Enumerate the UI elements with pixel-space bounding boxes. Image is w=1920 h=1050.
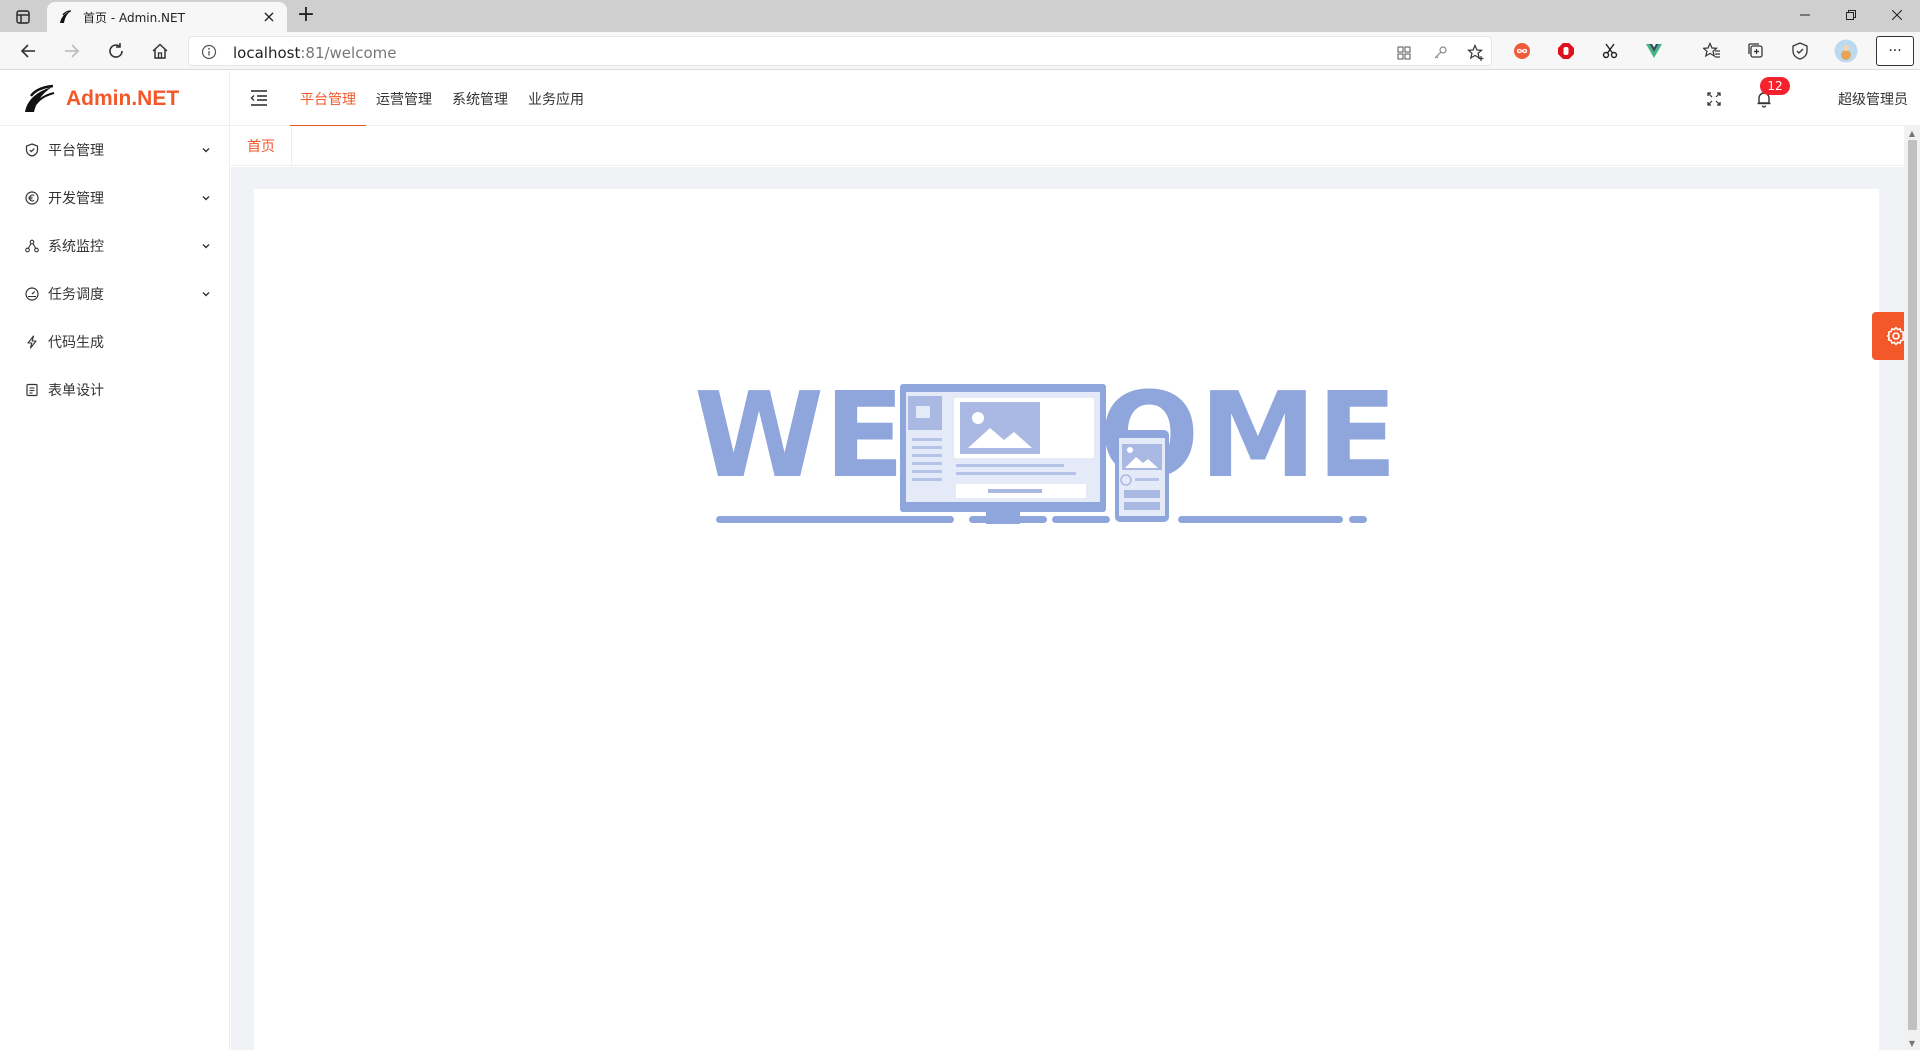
forward-icon[interactable] bbox=[60, 39, 84, 63]
lightning-icon bbox=[24, 334, 40, 350]
scroll-up-icon[interactable]: ▲ bbox=[1904, 126, 1920, 140]
chevron-down-icon bbox=[198, 190, 214, 206]
scroll-thumb[interactable] bbox=[1908, 140, 1917, 1030]
tab-actions-icon[interactable] bbox=[8, 5, 38, 29]
welcome-card: WEL OME bbox=[254, 189, 1879, 1050]
gear-icon bbox=[1886, 326, 1906, 346]
home-icon[interactable] bbox=[148, 39, 172, 63]
tag-home[interactable]: 首页 bbox=[231, 126, 292, 166]
settings-more-button[interactable]: ··· bbox=[1876, 36, 1914, 66]
sidebar-item-label: 表单设计 bbox=[48, 383, 104, 399]
fullscreen-icon[interactable] bbox=[1704, 89, 1724, 109]
dashboard-gauge-icon bbox=[24, 286, 40, 302]
browser-tab[interactable]: 首页 - Admin.NET × bbox=[47, 2, 287, 32]
topnav-operations[interactable]: 运营管理 bbox=[366, 71, 442, 126]
topnav-system[interactable]: 系统管理 bbox=[442, 71, 518, 126]
chevron-down-icon bbox=[198, 286, 214, 302]
app-header: Admin.NET 平台管理 运营管理 系统管理 业务应用 12 超级管理员 bbox=[0, 71, 1920, 127]
new-tab-button[interactable]: + bbox=[294, 4, 318, 28]
tags-view-bar: 首页 bbox=[231, 126, 1904, 166]
browser-essentials-icon[interactable] bbox=[1790, 41, 1810, 61]
favorites-icon[interactable] bbox=[1702, 41, 1722, 61]
collections-icon[interactable] bbox=[1746, 41, 1766, 61]
close-window-icon[interactable] bbox=[1874, 0, 1920, 30]
sidebar-item-label: 系统监控 bbox=[48, 239, 104, 255]
welcome-illustration: WEL OME bbox=[694, 366, 1397, 524]
extension-infinity-icon[interactable] bbox=[1512, 41, 1532, 61]
browser-tab-strip: 首页 - Admin.NET × + bbox=[0, 0, 1920, 32]
sidebar-item-label: 开发管理 bbox=[48, 191, 104, 207]
euro-circle-icon bbox=[24, 190, 40, 206]
top-nav: 平台管理 运营管理 系统管理 业务应用 bbox=[290, 71, 594, 127]
sidebar-item-platform[interactable]: 平台管理 bbox=[0, 126, 229, 174]
browser-toolbar: localhost:81/welcome ··· bbox=[0, 32, 1920, 70]
app-available-icon[interactable] bbox=[1395, 44, 1413, 62]
sidebar: 平台管理 开发管理 系统监控 任务调度 代码生成 表单设计 bbox=[0, 126, 230, 1050]
extension-adblock-icon[interactable] bbox=[1556, 41, 1576, 61]
sidebar-item-codegen[interactable]: 代码生成 bbox=[0, 318, 229, 366]
sidebar-item-label: 平台管理 bbox=[48, 143, 104, 159]
tab-close-icon[interactable]: × bbox=[261, 9, 277, 25]
logo-text: Admin.NET bbox=[66, 86, 180, 110]
extension-vue-icon[interactable] bbox=[1644, 41, 1664, 61]
logo-mark-icon bbox=[25, 84, 55, 112]
topnav-platform[interactable]: 平台管理 bbox=[290, 71, 366, 127]
chevron-down-icon bbox=[198, 238, 214, 254]
tab-title: 首页 - Admin.NET bbox=[83, 10, 185, 25]
scroll-down-icon[interactable]: ▼ bbox=[1904, 1036, 1920, 1050]
sidebar-item-label: 代码生成 bbox=[48, 335, 104, 351]
sidebar-item-development[interactable]: 开发管理 bbox=[0, 174, 229, 222]
shield-icon bbox=[24, 142, 40, 158]
add-favorite-icon[interactable] bbox=[1467, 44, 1485, 62]
minimize-icon[interactable] bbox=[1782, 0, 1828, 30]
refresh-icon[interactable] bbox=[104, 39, 128, 63]
menu-collapse-icon[interactable] bbox=[248, 87, 270, 109]
restore-icon[interactable] bbox=[1828, 0, 1874, 30]
main-content: WEL OME bbox=[231, 167, 1904, 1050]
chevron-down-icon bbox=[198, 142, 214, 158]
admin-net-favicon-icon bbox=[60, 10, 72, 23]
logo[interactable]: Admin.NET bbox=[0, 71, 230, 126]
profile-avatar-icon[interactable] bbox=[1834, 39, 1858, 63]
page-scrollbar[interactable]: ▲ ▼ bbox=[1904, 126, 1920, 1050]
network-icon bbox=[24, 238, 40, 254]
sidebar-item-label: 任务调度 bbox=[48, 287, 104, 303]
notification-badge: 12 bbox=[1760, 77, 1790, 95]
sidebar-item-monitoring[interactable]: 系统监控 bbox=[0, 222, 229, 270]
key-icon[interactable] bbox=[1431, 44, 1449, 62]
sidebar-item-formdesign[interactable]: 表单设计 bbox=[0, 366, 229, 414]
url-text[interactable]: localhost:81/welcome bbox=[233, 44, 396, 62]
sidebar-item-scheduler[interactable]: 任务调度 bbox=[0, 270, 229, 318]
site-info-icon[interactable] bbox=[201, 44, 217, 60]
admin-app: Admin.NET 平台管理 运营管理 系统管理 业务应用 12 超级管理员 平… bbox=[0, 71, 1920, 1050]
extension-scissors-icon[interactable] bbox=[1600, 41, 1620, 61]
address-bar[interactable]: localhost:81/welcome bbox=[188, 36, 1492, 66]
back-icon[interactable] bbox=[16, 39, 40, 63]
user-menu[interactable]: 超级管理员 bbox=[1838, 89, 1908, 109]
form-icon bbox=[24, 382, 40, 398]
topnav-business[interactable]: 业务应用 bbox=[518, 71, 594, 126]
